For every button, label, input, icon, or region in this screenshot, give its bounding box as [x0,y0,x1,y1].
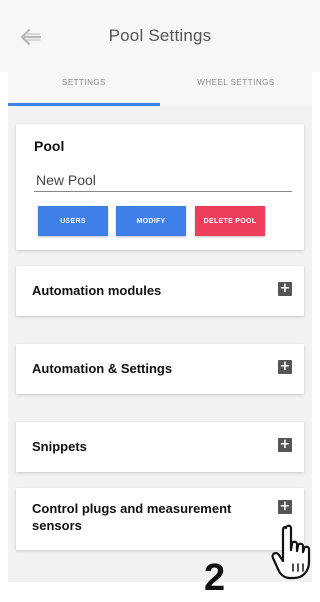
top-bar: Pool Settings [0,0,320,72]
tab-bar: SETTINGS WHEEL SETTINGS [8,72,312,106]
users-button[interactable]: USERS [38,206,108,236]
delete-pool-button[interactable]: DELETE POOL [195,206,265,236]
section-automation-modules[interactable]: Automation modules + [16,266,304,316]
step-number-annotation: 2 [204,557,226,599]
pool-title: Pool [34,138,65,154]
plus-icon[interactable]: + [278,500,292,514]
app-frame: Pool Settings SETTINGS WHEEL SETTINGS Po… [0,0,320,602]
section-label: Snippets [32,439,87,454]
plus-icon[interactable]: + [278,282,292,296]
plus-icon[interactable]: + [278,438,292,452]
section-label: Control plugs and measurement sensors [32,501,232,533]
section-label: Automation & Settings [32,361,173,376]
section-automation-settings[interactable]: Automation & Settings + [16,344,304,394]
pool-name-input[interactable] [34,168,292,192]
modify-button[interactable]: MODIFY [116,206,186,236]
section-label: Automation modules [32,283,162,298]
hand-pointer-icon [271,524,311,580]
section-control-plugs[interactable]: Control plugs and measurement sensors + [16,488,304,550]
tab-wheel-settings[interactable]: WHEEL SETTINGS [160,72,312,106]
plus-icon[interactable]: + [278,360,292,374]
tab-settings[interactable]: SETTINGS [8,72,160,106]
pool-card: Pool USERS MODIFY DELETE POOL [16,124,304,250]
section-snippets[interactable]: Snippets + [16,422,304,472]
page-title: Pool Settings [108,26,212,45]
bottom-strip [0,582,320,602]
